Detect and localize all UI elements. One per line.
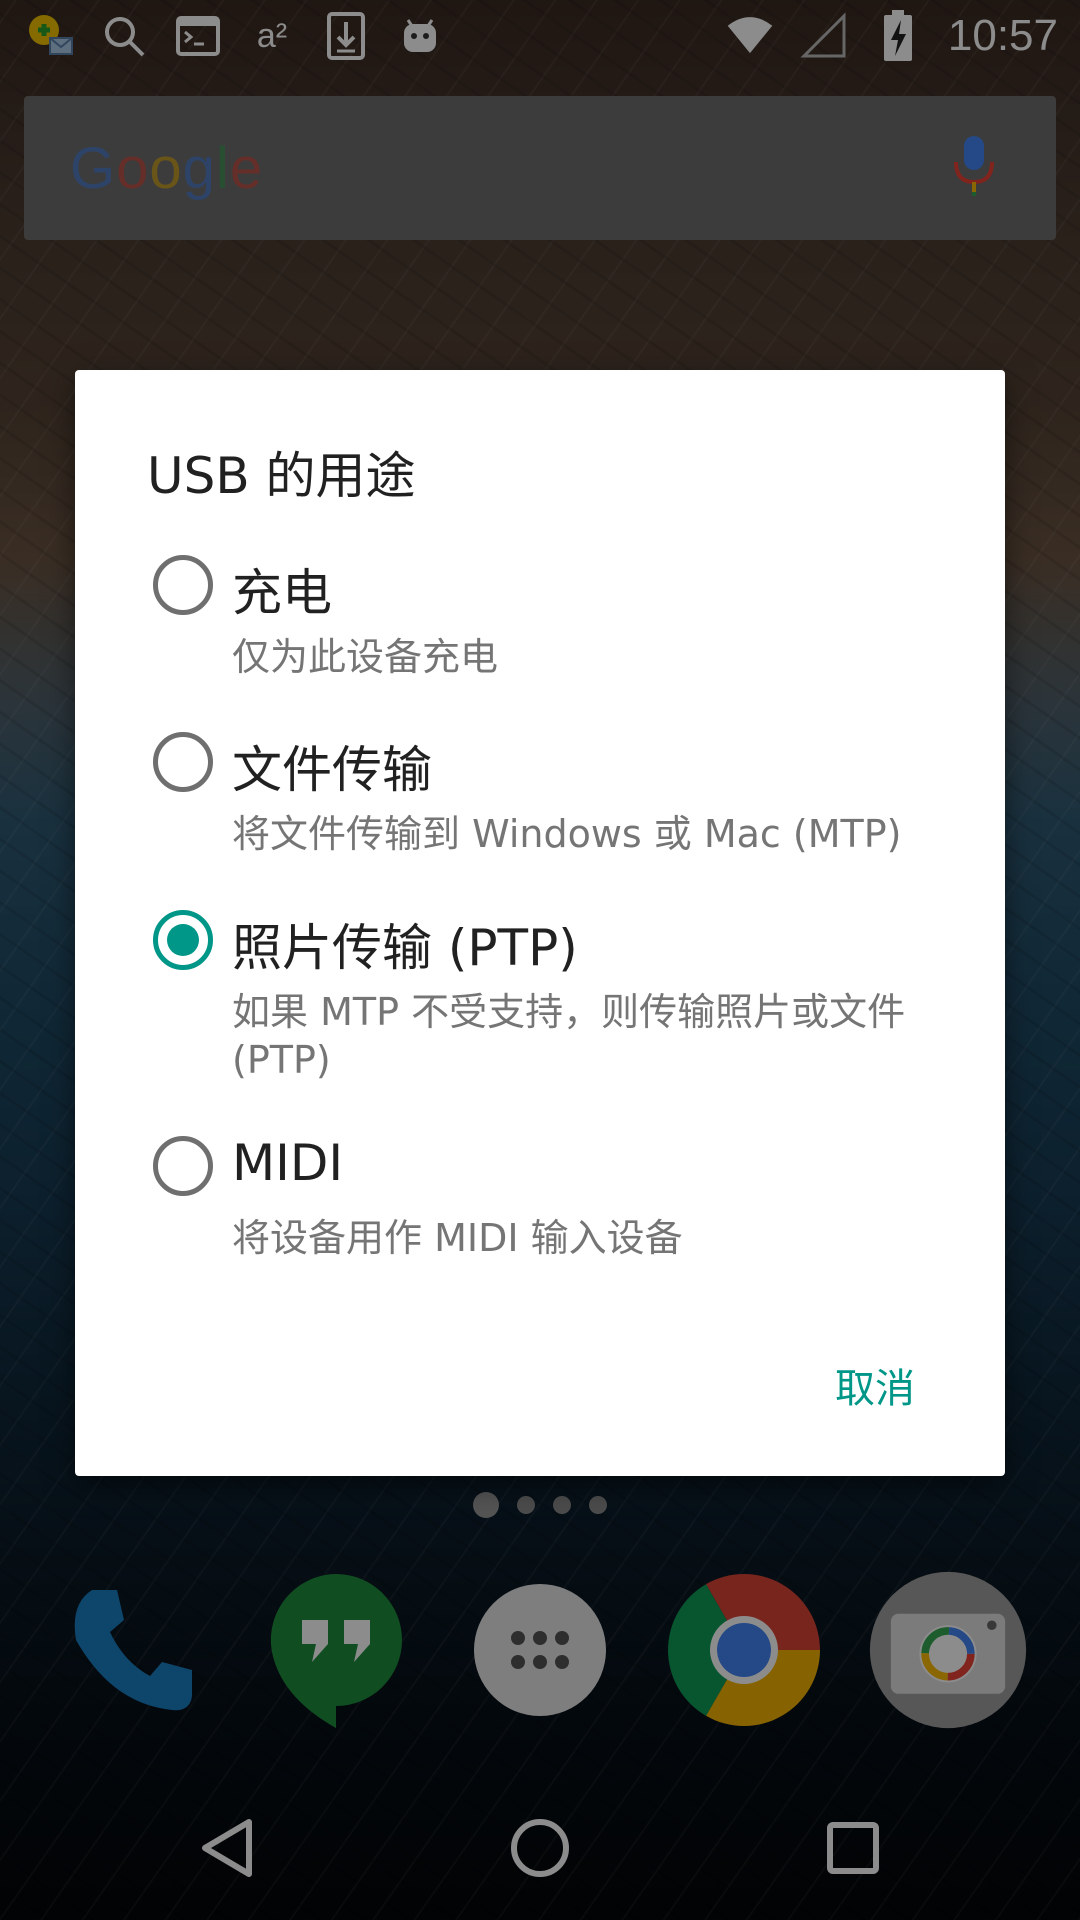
radio-photo-transfer[interactable] (153, 910, 213, 970)
radio-midi[interactable] (153, 1136, 213, 1196)
option-label: 文件传输 (232, 741, 432, 799)
option-description: 仅为此设备充电 (232, 635, 499, 679)
option-description: 将设备用作 MIDI 输入设备 (232, 1216, 683, 1260)
usb-mode-dialog: USB 的用途 充电 仅为此设备充电 文件传输 将文件传输到 Windows 或… (75, 370, 1005, 1476)
option-label: 照片传输 (PTP) (232, 919, 578, 977)
option-label: MIDI (232, 1134, 344, 1192)
option-file-transfer[interactable]: 文件传输 将文件传输到 Windows 或 Mac (MTP) (75, 722, 1005, 882)
radio-file-transfer[interactable] (153, 732, 213, 792)
option-label: 充电 (232, 564, 332, 622)
dialog-title: USB 的用途 (147, 447, 416, 505)
option-description: 如果 MTP 不受支持，则传输照片或文件 (PTP) (232, 990, 906, 1082)
option-charge[interactable]: 充电 仅为此设备充电 (75, 545, 1005, 705)
option-midi[interactable]: MIDI 将设备用作 MIDI 输入设备 (75, 1126, 1005, 1286)
radio-charge[interactable] (153, 555, 213, 615)
option-description: 将文件传输到 Windows 或 Mac (MTP) (232, 812, 902, 856)
cancel-button[interactable]: 取消 (835, 1356, 915, 1414)
option-photo-transfer[interactable]: 照片传输 (PTP) 如果 MTP 不受支持，则传输照片或文件 (PTP) (75, 900, 1005, 1100)
